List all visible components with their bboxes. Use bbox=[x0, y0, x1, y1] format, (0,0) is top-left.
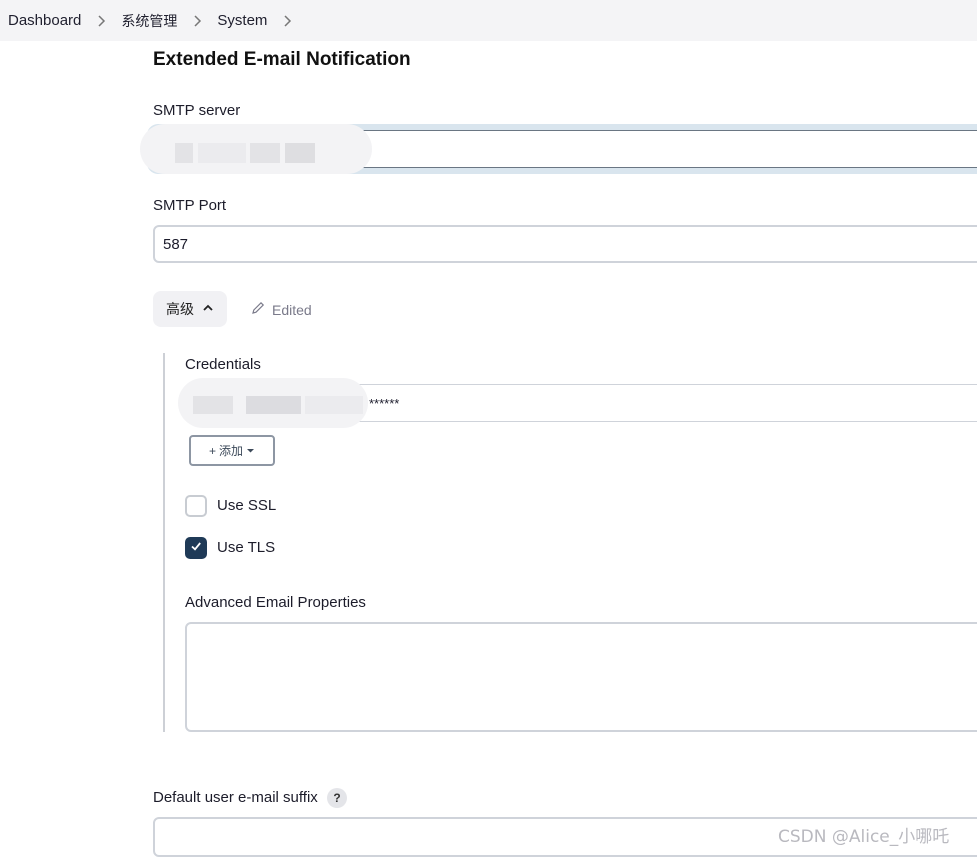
credentials-label: Credentials bbox=[185, 356, 261, 373]
advanced-toggle-button[interactable]: 高级 bbox=[153, 291, 227, 327]
section-title: Extended E-mail Notification bbox=[153, 49, 411, 70]
caret-down-icon bbox=[246, 444, 255, 458]
add-credentials-button[interactable]: + 添加 bbox=[189, 435, 275, 466]
credentials-value: ****** bbox=[369, 395, 400, 411]
breadcrumb-bar: Dashboard 系统管理 System bbox=[0, 0, 977, 41]
help-icon[interactable]: ? bbox=[327, 788, 347, 808]
advanced-email-properties-textarea[interactable] bbox=[185, 622, 977, 732]
breadcrumb-system-management[interactable]: 系统管理 bbox=[121, 11, 177, 31]
edited-indicator: Edited bbox=[250, 300, 312, 319]
pencil-icon bbox=[250, 300, 266, 319]
chevron-right-icon[interactable] bbox=[280, 14, 294, 28]
redacted-mark bbox=[175, 143, 193, 163]
use-ssl-checkbox[interactable] bbox=[185, 495, 207, 517]
add-credentials-label: 添加 bbox=[219, 444, 244, 458]
chevron-right-icon bbox=[94, 14, 108, 28]
advanced-email-properties-label: Advanced Email Properties bbox=[185, 594, 366, 611]
redacted-mark bbox=[198, 143, 246, 163]
advanced-toggle-label: 高级 bbox=[166, 301, 194, 317]
redacted-mark bbox=[246, 396, 301, 414]
redacted-mark bbox=[305, 396, 363, 414]
chevron-up-icon bbox=[202, 301, 214, 317]
plus-icon: + bbox=[208, 443, 216, 458]
use-ssl-label: Use SSL bbox=[217, 497, 277, 514]
smtp-port-value: 587 bbox=[163, 235, 189, 253]
breadcrumb-system[interactable]: System bbox=[217, 12, 267, 29]
use-tls-checkbox[interactable] bbox=[185, 537, 207, 559]
smtp-port-input[interactable]: 587 bbox=[153, 225, 977, 263]
edited-label: Edited bbox=[272, 301, 312, 318]
smtp-server-label: SMTP server bbox=[153, 102, 241, 119]
advanced-section-rail bbox=[163, 353, 165, 732]
check-icon bbox=[189, 539, 203, 558]
default-suffix-label: Default user e-mail suffix bbox=[153, 789, 318, 806]
breadcrumb-dashboard[interactable]: Dashboard bbox=[8, 12, 81, 29]
use-tls-label: Use TLS bbox=[217, 539, 276, 556]
redacted-mark bbox=[193, 396, 233, 414]
breadcrumb: Dashboard 系统管理 System bbox=[8, 11, 307, 31]
chevron-right-icon bbox=[190, 14, 204, 28]
redacted-mark bbox=[250, 143, 280, 163]
smtp-port-label: SMTP Port bbox=[153, 197, 227, 214]
redacted-mark bbox=[285, 143, 315, 163]
watermark: CSDN @Alice_小哪吒 bbox=[778, 827, 950, 847]
